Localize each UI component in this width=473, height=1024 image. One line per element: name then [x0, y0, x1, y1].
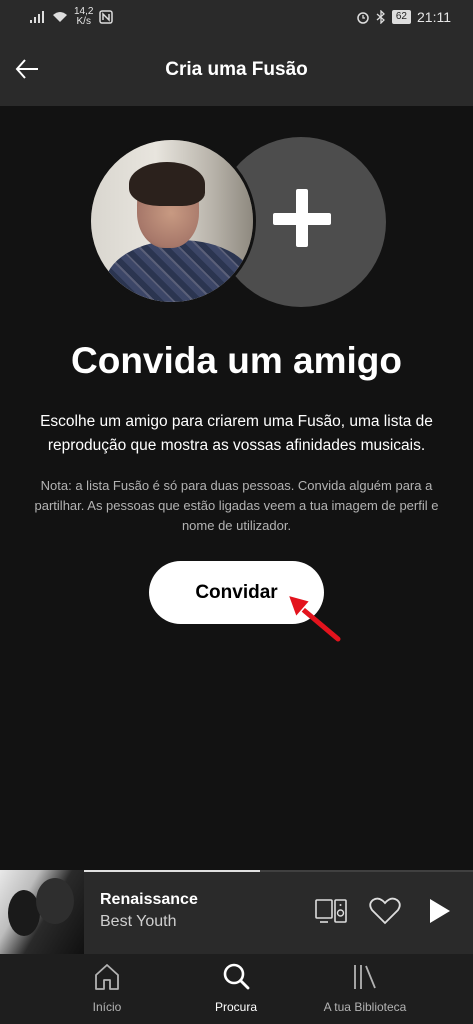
- network-speed-unit: K/s: [76, 16, 91, 27]
- nav-label-search: Procura: [214, 1000, 258, 1014]
- network-speed: 14,2 K/s: [74, 7, 93, 27]
- back-arrow-icon[interactable]: [14, 56, 40, 82]
- nav-label-home: Início: [92, 1000, 122, 1014]
- search-icon: [223, 963, 250, 990]
- heart-icon[interactable]: [368, 896, 402, 926]
- invite-description: Escolhe um amigo para criarem uma Fusão,…: [40, 413, 433, 454]
- library-icon: [354, 965, 376, 989]
- plus-icon-bar: [273, 213, 331, 225]
- alarm-icon: [357, 12, 369, 24]
- home-icon: [95, 964, 119, 990]
- track-artist: Best Youth: [100, 913, 177, 930]
- clock: 21:11: [417, 9, 451, 25]
- signal-icon: [30, 11, 44, 23]
- status-left: 14,2 K/s: [30, 7, 114, 27]
- nav-item-home[interactable]: Início: [32, 962, 182, 1014]
- app-bar: Cria uma Fusão: [0, 34, 473, 106]
- track-title: Renaissance: [100, 891, 198, 908]
- nav-item-library[interactable]: A tua Biblioteca: [290, 962, 440, 1014]
- mini-player[interactable]: Renaissance Best Youth: [0, 870, 473, 954]
- album-cover: [0, 870, 84, 954]
- pointer-arrow-icon: [287, 594, 341, 642]
- invite-note: Nota: a lista Fusão é só para duas pesso…: [34, 478, 439, 533]
- nav-label-library: A tua Biblioteca: [323, 1000, 407, 1014]
- bluetooth-icon: [376, 10, 385, 24]
- battery-indicator: 62: [391, 10, 411, 24]
- page-title: Cria uma Fusão: [165, 59, 308, 80]
- connect-devices-icon[interactable]: [314, 896, 348, 926]
- avatar-hair: [129, 162, 205, 206]
- blend-avatars: [88, 137, 388, 307]
- user-avatar: [88, 137, 256, 305]
- invite-heading: Convida um amigo: [71, 340, 402, 381]
- cover-figure-right: [36, 878, 74, 924]
- wifi-icon: [53, 12, 67, 22]
- status-right: 62 21:11: [356, 9, 451, 25]
- bottom-nav: Início Procura A tua Biblioteca: [0, 954, 473, 1024]
- play-icon[interactable]: [422, 896, 456, 926]
- nav-item-search[interactable]: Procura: [161, 962, 311, 1014]
- nfc-icon: [99, 10, 114, 24]
- status-bar: 14,2 K/s 62 21:11: [0, 0, 473, 34]
